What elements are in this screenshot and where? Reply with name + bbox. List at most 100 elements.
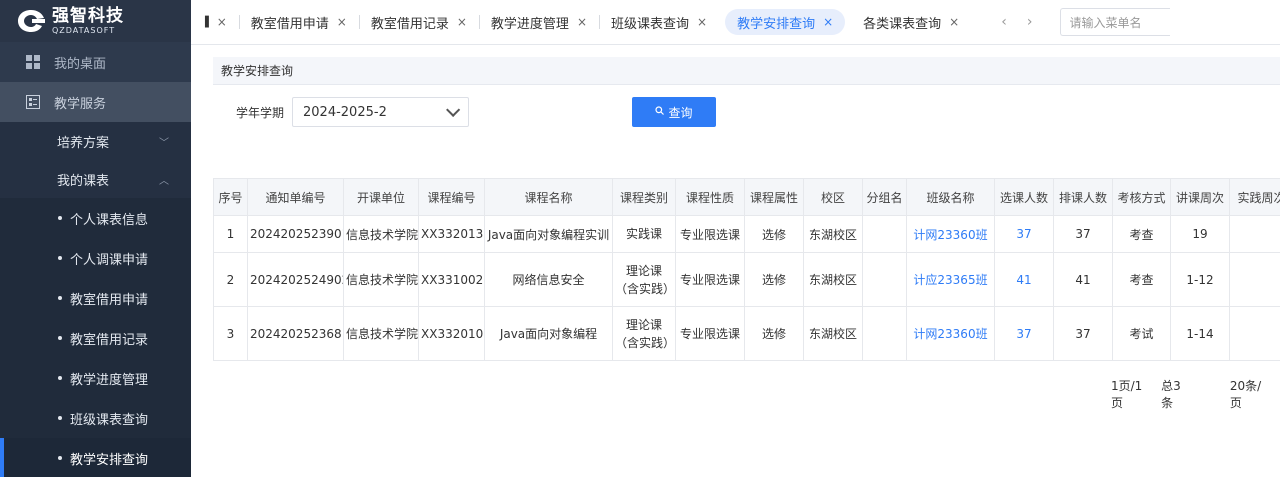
sidebar-item-classroom-borrow-records[interactable]: 教室借用记录 bbox=[0, 318, 191, 358]
nav-my-desktop[interactable]: 我的桌面 bbox=[0, 42, 191, 82]
cell-category: 理论课 （含实践） bbox=[612, 252, 676, 307]
tab-all-schedules-query[interactable]: 各类课表查询 × bbox=[851, 9, 971, 35]
close-icon[interactable]: × bbox=[337, 15, 347, 29]
query-button[interactable]: 查询 bbox=[632, 97, 716, 127]
cell-scheduled: 37 bbox=[1053, 306, 1113, 361]
cell-notice: 2024202524902 bbox=[247, 252, 344, 307]
cell-weeks: 1-14 bbox=[1170, 306, 1230, 361]
cell-selected[interactable]: 37 bbox=[994, 215, 1054, 253]
cell-code: XX332010 bbox=[418, 306, 485, 361]
bullet-icon bbox=[58, 296, 62, 300]
tab-teaching-arrangement-query[interactable]: 教学安排查询 × bbox=[725, 9, 846, 35]
tab-label: ▐ bbox=[201, 16, 209, 28]
chevron-right-icon[interactable]: › bbox=[1027, 14, 1033, 30]
tab-bar: ▐ × 教室借用申请 × 教室借用记录 × 教学进度管理 × 班级课表查询 × … bbox=[191, 0, 1280, 45]
cell-category-line: 理论课 bbox=[625, 263, 662, 278]
column-header: 排课人数 bbox=[1053, 178, 1113, 216]
table-row: 2 2024202524902 信息技术学院 XX331002 网络信息安全 理论课 （含实… bbox=[213, 252, 1280, 307]
close-icon[interactable]: × bbox=[697, 15, 707, 29]
column-header: 讲课周次 bbox=[1170, 178, 1230, 216]
column-header: 课程名称 bbox=[484, 178, 613, 216]
cell-no: 1 bbox=[213, 215, 248, 253]
chevron-down-icon: ﹀ bbox=[159, 137, 169, 149]
sidebar: 强智科技 QZDATASOFT 我的桌面 教学服务 培养方案 ﹀ 我的课表 ︿ … bbox=[0, 0, 191, 477]
tab-class-schedule-query[interactable]: 班级课表查询 × bbox=[599, 9, 719, 35]
cell-class[interactable]: 计网23360班 bbox=[906, 306, 995, 361]
sidebar-item-classroom-borrow-request[interactable]: 教室借用申请 bbox=[0, 278, 191, 318]
bullet-icon bbox=[58, 336, 62, 340]
nav-group-my-schedule-label: 我的课表 bbox=[57, 173, 110, 189]
query-button-label: 查询 bbox=[668, 105, 693, 120]
column-header: 分组名 bbox=[862, 178, 907, 216]
logo: 强智科技 QZDATASOFT bbox=[0, 0, 191, 42]
nav-teaching-service[interactable]: 教学服务 bbox=[0, 82, 191, 122]
bullet-icon bbox=[58, 256, 62, 260]
cell-campus: 东湖校区 bbox=[803, 306, 863, 361]
table-row: 1 2024202523901 信息技术学院 XX332013 Java面向对象编程实训… bbox=[213, 215, 1280, 253]
search-icon bbox=[655, 106, 665, 118]
column-header: 序号 bbox=[213, 178, 248, 216]
sidebar-item-label: 个人课表信息 bbox=[70, 212, 149, 228]
cell-practice bbox=[1229, 215, 1280, 253]
tab-classroom-borrow-records[interactable]: 教室借用记录 × bbox=[358, 9, 479, 35]
cell-nature: 专业限选课 bbox=[675, 215, 745, 253]
close-icon[interactable]: × bbox=[217, 15, 227, 29]
cell-class[interactable]: 计应23365班 bbox=[906, 252, 995, 307]
cell-attr: 选修 bbox=[744, 215, 804, 253]
total-count: 总3条 bbox=[1161, 379, 1181, 410]
close-icon[interactable]: × bbox=[823, 15, 833, 29]
bullet-icon bbox=[58, 456, 62, 460]
column-header: 课程类别 bbox=[612, 178, 676, 216]
page-indicator: 1页/1页 bbox=[1111, 379, 1143, 410]
cell-scheduled: 37 bbox=[1053, 215, 1113, 253]
logo-text: 强智科技 bbox=[52, 5, 124, 26]
tab-classroom-borrow-request[interactable]: 教室借用申请 × bbox=[238, 9, 359, 35]
cell-class[interactable]: 计网23360班 bbox=[906, 215, 995, 253]
cell-category: 理论课 （含实践） bbox=[612, 306, 676, 361]
sidebar-item-personal-schedule[interactable]: 个人课表信息 bbox=[0, 198, 191, 238]
cell-practice bbox=[1229, 252, 1280, 307]
cell-category-line: （含实践） bbox=[615, 335, 676, 350]
menu-search-input[interactable]: 请输入菜单名 bbox=[1060, 8, 1171, 36]
tab-label: 各类课表查询 bbox=[863, 16, 942, 32]
cell-notice: 2024202523901 bbox=[247, 215, 344, 253]
column-header: 课程性质 bbox=[675, 178, 745, 216]
column-header: 开课单位 bbox=[343, 178, 419, 216]
chevron-down-icon bbox=[446, 102, 461, 117]
tab-teaching-progress[interactable]: 教学进度管理 × bbox=[478, 9, 599, 35]
sidebar-item-class-change-request[interactable]: 个人调课申请 bbox=[0, 238, 191, 278]
cell-selected[interactable]: 37 bbox=[994, 306, 1054, 361]
cell-selected[interactable]: 41 bbox=[994, 252, 1054, 307]
cell-nature: 专业限选课 bbox=[675, 306, 745, 361]
term-select[interactable]: 2024-2025-2 bbox=[292, 97, 470, 127]
tab-truncated[interactable]: ▐ × bbox=[191, 9, 239, 35]
sidebar-item-teaching-progress[interactable]: 教学进度管理 bbox=[0, 358, 191, 398]
sidebar-item-teaching-arrangement-query[interactable]: 教学安排查询 bbox=[0, 438, 191, 477]
chevron-left-icon[interactable]: ‹ bbox=[1001, 14, 1007, 30]
sidebar-item-class-schedule-query[interactable]: 班级课表查询 bbox=[0, 398, 191, 438]
nav-group-my-schedule[interactable]: 我的课表 ︿ bbox=[0, 160, 191, 198]
page-size-select[interactable]: 20条/页 bbox=[1230, 377, 1272, 411]
cell-campus: 东湖校区 bbox=[803, 215, 863, 253]
close-icon[interactable]: × bbox=[949, 15, 959, 29]
cell-nature: 专业限选课 bbox=[675, 252, 745, 307]
table-row: 3 202420252368 信息技术学院 XX332010 Java面向对象编程 理论课… bbox=[213, 306, 1280, 361]
close-icon[interactable]: × bbox=[577, 15, 587, 29]
logo-subtext: QZDATASOFT bbox=[52, 25, 116, 35]
cell-group bbox=[862, 215, 907, 253]
cell-attr: 选修 bbox=[744, 252, 804, 307]
tab-label: 教学进度管理 bbox=[490, 16, 569, 32]
cell-no: 3 bbox=[213, 306, 248, 361]
column-header: 班级名称 bbox=[906, 178, 995, 216]
cell-campus: 东湖校区 bbox=[803, 252, 863, 307]
cell-name: Java面向对象编程实训 bbox=[484, 215, 613, 253]
close-icon[interactable]: × bbox=[457, 15, 467, 29]
sidebar-item-label: 个人调课申请 bbox=[70, 252, 149, 268]
cell-unit: 信息技术学院 bbox=[343, 252, 419, 307]
nav-group-training-plan[interactable]: 培养方案 ﹀ bbox=[0, 122, 191, 160]
breadcrumb: 教学安排查询 bbox=[213, 57, 1280, 85]
cell-scheduled: 41 bbox=[1053, 252, 1113, 307]
tab-scroll-controls: ‹ › bbox=[991, 14, 1042, 30]
cell-exam: 考查 bbox=[1112, 215, 1171, 253]
cell-category-line: 实践课 bbox=[625, 227, 662, 241]
